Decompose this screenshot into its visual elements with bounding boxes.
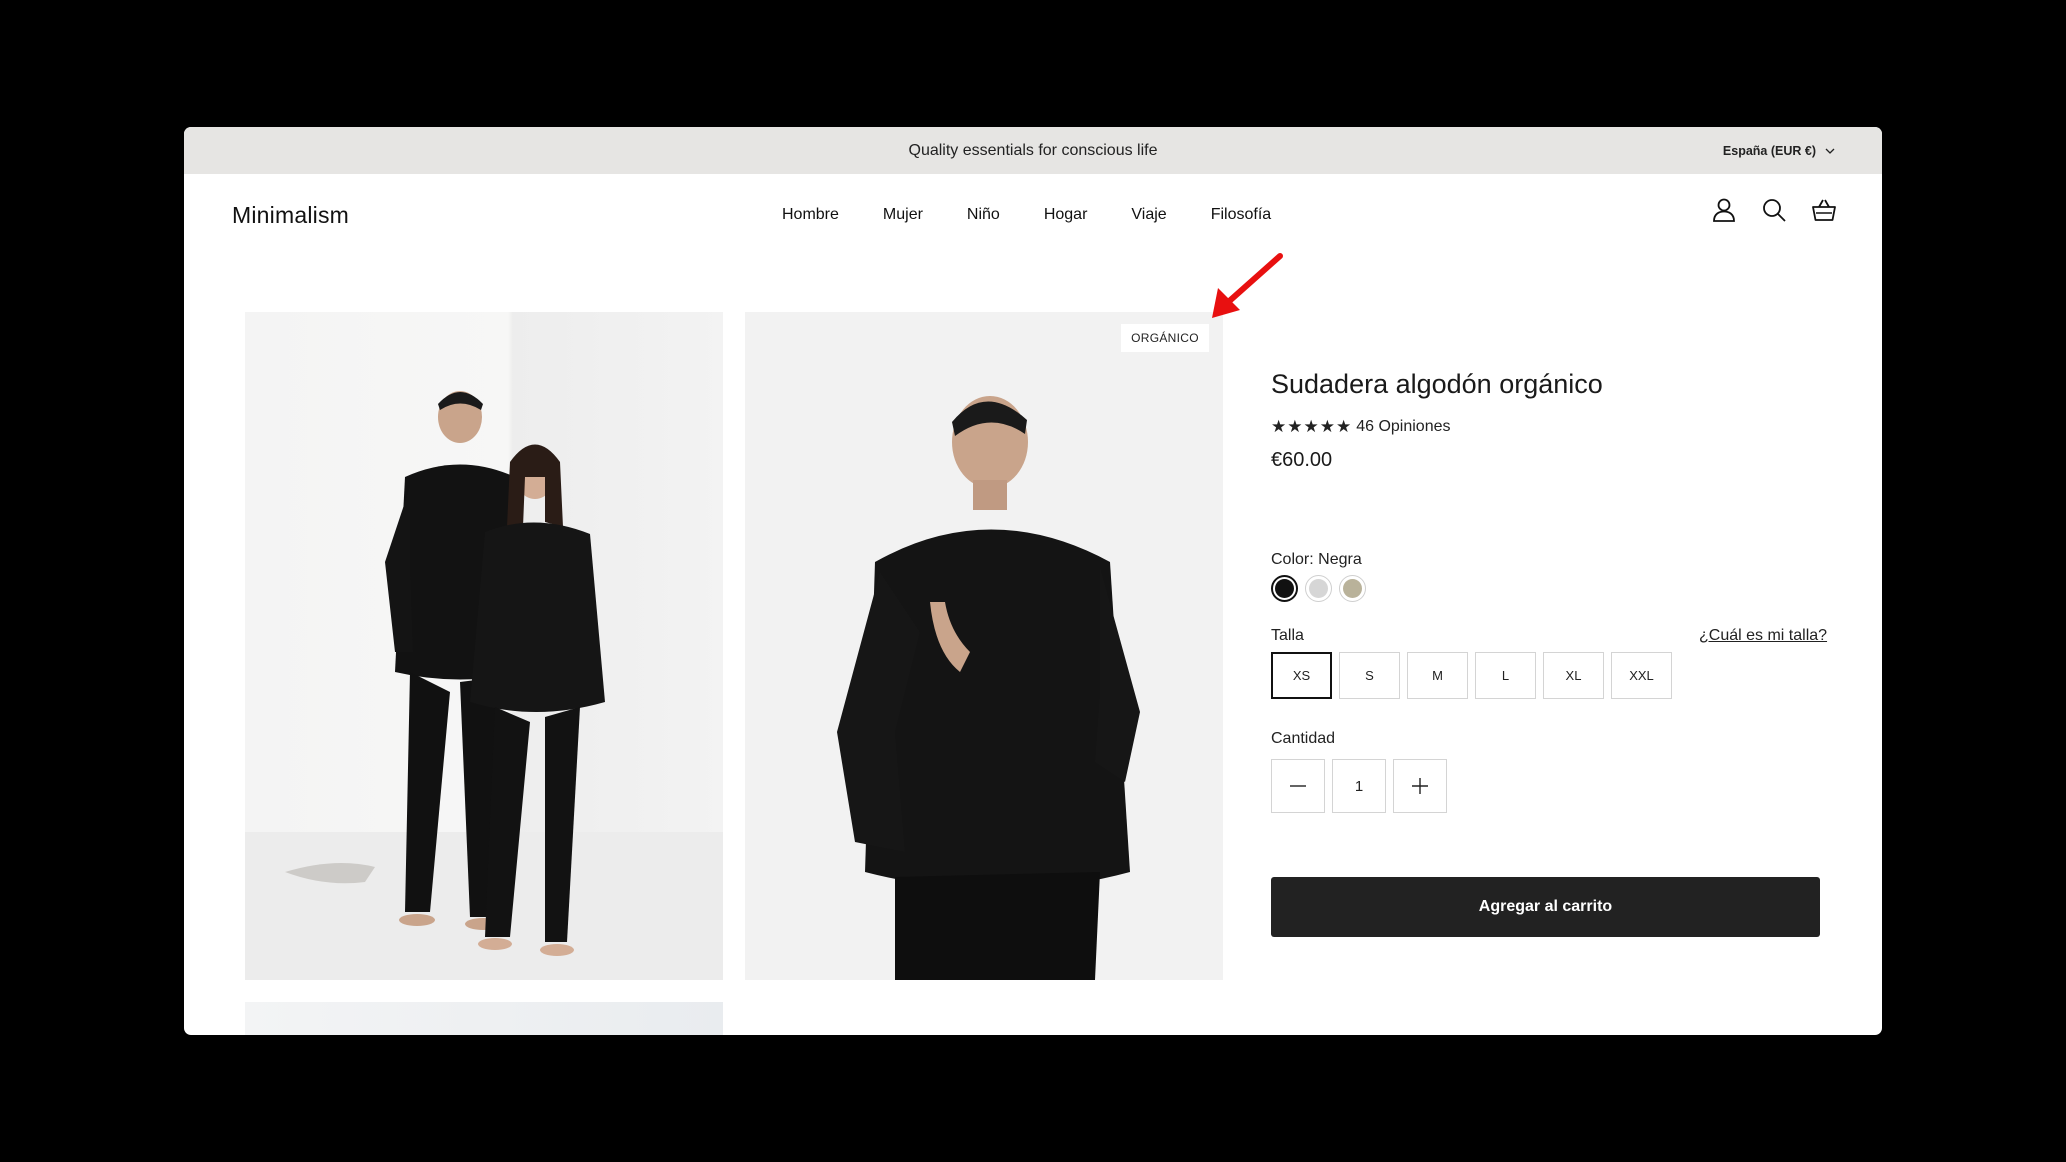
increase-quantity-button[interactable] <box>1393 759 1447 813</box>
color-label-value: Negra <box>1318 551 1362 568</box>
color-swatches <box>1271 575 1366 602</box>
quantity-stepper: 1 <box>1271 759 1447 813</box>
size-label: Talla <box>1271 627 1304 644</box>
search-icon[interactable] <box>1760 196 1788 224</box>
locale-selector[interactable]: España (EUR €) <box>1723 127 1836 174</box>
nav-item-mujer[interactable]: Mujer <box>883 206 923 224</box>
organic-badge: ORGÁNICO <box>1121 324 1209 352</box>
header-icons <box>1710 196 1838 224</box>
main-nav: Hombre Mujer Niño Hogar Viaje Filosofía <box>782 174 1315 256</box>
size-option-s[interactable]: S <box>1339 652 1400 699</box>
swatch-sage[interactable] <box>1339 575 1366 602</box>
site-header: Minimalism Hombre Mujer Niño Hogar Viaje… <box>184 174 1882 256</box>
product-image-model[interactable] <box>745 312 1223 980</box>
size-guide-link[interactable]: ¿Cuál es mi talla? <box>1699 627 1827 645</box>
nav-item-nino[interactable]: Niño <box>967 206 1000 224</box>
size-option-xl[interactable]: XL <box>1543 652 1604 699</box>
basket-icon[interactable] <box>1810 196 1838 224</box>
plus-icon <box>1412 778 1428 794</box>
browser-page: Quality essentials for conscious life Es… <box>184 127 1882 1035</box>
product-title: Sudadera algodón orgánico <box>1271 369 1603 399</box>
add-to-cart-button[interactable]: Agregar al carrito <box>1271 877 1820 937</box>
quantity-input[interactable]: 1 <box>1332 759 1386 813</box>
chevron-down-icon <box>1825 148 1835 154</box>
nav-item-hogar[interactable]: Hogar <box>1044 206 1088 224</box>
size-option-xxl[interactable]: XXL <box>1611 652 1672 699</box>
swatch-black[interactable] <box>1271 575 1298 602</box>
size-option-m[interactable]: M <box>1407 652 1468 699</box>
nav-item-viaje[interactable]: Viaje <box>1131 206 1166 224</box>
color-label: Color: Negra <box>1271 551 1362 569</box>
announcement-bar: Quality essentials for conscious life Es… <box>184 127 1882 174</box>
product-image-third[interactable] <box>245 1002 723 1035</box>
announcement-text: Quality essentials for conscious life <box>908 142 1158 159</box>
star-rating-icon: ★★★★★ <box>1271 417 1353 436</box>
product-image-couple[interactable] <box>245 312 723 980</box>
product-price: €60.00 <box>1271 449 1333 471</box>
size-options: XS S M L XL XXL <box>1271 652 1672 699</box>
nav-item-filosofia[interactable]: Filosofía <box>1211 206 1271 224</box>
review-count: 46 Opiniones <box>1356 418 1451 435</box>
account-icon[interactable] <box>1710 196 1738 224</box>
locale-label: España (EUR €) <box>1722 143 1816 158</box>
decrease-quantity-button[interactable] <box>1271 759 1325 813</box>
site-logo[interactable]: Minimalism <box>232 174 349 256</box>
swatch-light-grey[interactable] <box>1305 575 1332 602</box>
quantity-label: Cantidad <box>1271 730 1336 747</box>
nav-item-hombre[interactable]: Hombre <box>782 206 839 224</box>
size-option-xs[interactable]: XS <box>1271 652 1332 699</box>
color-label-key: Color: <box>1271 551 1314 568</box>
size-option-l[interactable]: L <box>1475 652 1536 699</box>
annotation-arrow-icon <box>1212 253 1283 318</box>
product-rating[interactable]: ★★★★★ 46 Opiniones <box>1271 417 1451 437</box>
minus-icon <box>1290 785 1306 787</box>
